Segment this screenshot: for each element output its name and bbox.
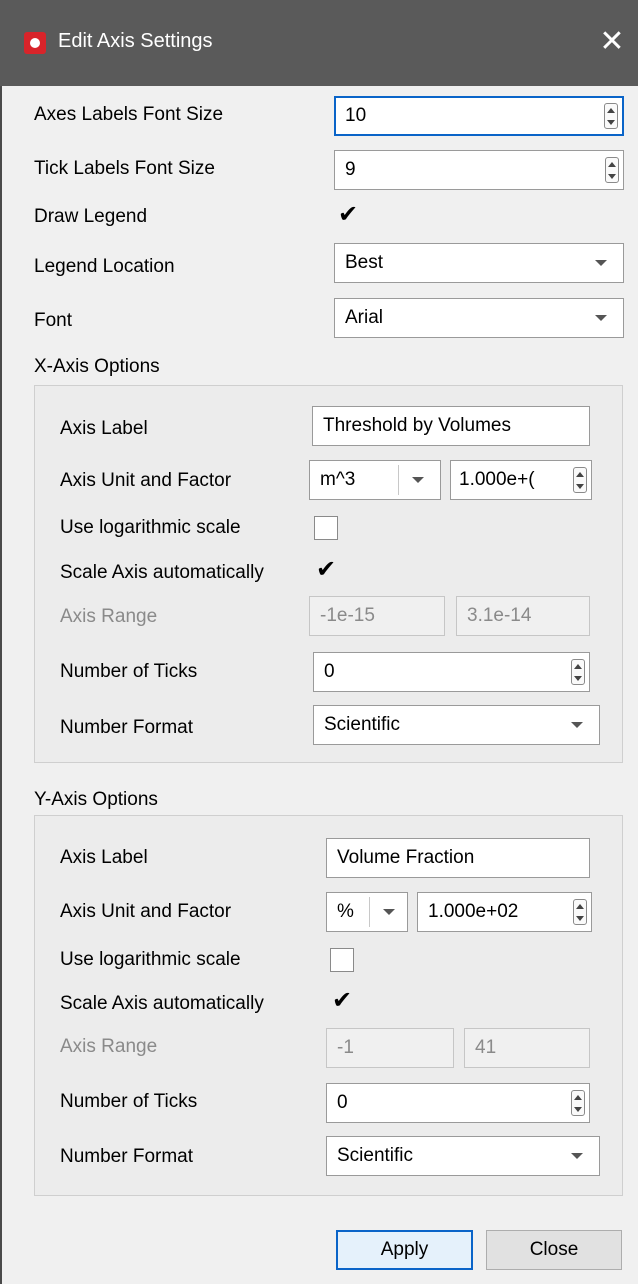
x-axis-factor-spinbox[interactable]: 1.000e+(: [450, 460, 592, 500]
legend-location-dropdown[interactable]: Best: [334, 243, 624, 283]
y-axis-unit-dropdown[interactable]: %: [326, 892, 408, 932]
legend-location-value: Best: [345, 252, 384, 273]
x-axis-range-max-input: 3.1e-14: [456, 596, 590, 636]
y-number-format-value: Scientific: [337, 1145, 414, 1166]
y-axis-range-label: Axis Range: [60, 1036, 158, 1057]
y-axis-range-max-value: 41: [475, 1037, 497, 1058]
divider: [369, 897, 370, 927]
y-axis-range-min-value: -1: [337, 1037, 354, 1058]
y-number-of-ticks-spinbox[interactable]: 0: [326, 1083, 590, 1123]
apply-button[interactable]: Apply: [336, 1230, 473, 1270]
axes-labels-font-size-value: 10: [345, 105, 367, 126]
y-axis-factor-value: 1.000e+02: [428, 901, 519, 922]
title-bar: Edit Axis Settings ✕: [0, 0, 638, 86]
close-button[interactable]: Close: [486, 1230, 622, 1270]
divider: [398, 465, 399, 495]
chevron-down-icon: [383, 909, 395, 915]
close-window-icon[interactable]: ✕: [594, 22, 630, 62]
y-axis-range-max-input: 41: [464, 1028, 590, 1068]
chevron-down-icon: [412, 477, 424, 483]
font-label: Font: [34, 310, 73, 331]
x-number-of-ticks-value: 0: [324, 661, 335, 682]
font-dropdown[interactable]: Arial: [334, 298, 624, 338]
spinner-arrows-icon[interactable]: [569, 893, 591, 931]
chevron-down-icon: [595, 315, 607, 321]
x-number-of-ticks-spinbox[interactable]: 0: [313, 652, 590, 692]
spinner-arrows-icon[interactable]: [569, 461, 591, 499]
chevron-down-icon: [595, 260, 607, 266]
draw-legend-checkbox[interactable]: ✔: [338, 203, 358, 227]
app-logo-icon: [24, 32, 46, 54]
axes-labels-font-size-label: Axes Labels Font Size: [34, 104, 224, 125]
x-axis-group-title: X-Axis Options: [34, 356, 160, 377]
y-axis-unit-value: %: [337, 901, 354, 922]
spinner-arrows-icon[interactable]: [601, 151, 623, 189]
spinner-arrows-icon[interactable]: [567, 653, 589, 691]
y-log-scale-label: Use logarithmic scale: [60, 949, 241, 970]
spinner-arrows-icon[interactable]: [600, 98, 622, 134]
y-number-format-dropdown[interactable]: Scientific: [326, 1136, 600, 1176]
x-auto-scale-checkbox[interactable]: ✔: [316, 558, 336, 582]
y-axis-range-min-input: -1: [326, 1028, 454, 1068]
chevron-down-icon: [571, 722, 583, 728]
x-axis-unit-value: m^3: [320, 469, 356, 490]
draw-legend-label: Draw Legend: [34, 206, 148, 227]
x-axis-label-input[interactable]: Threshold by Volumes: [312, 406, 590, 446]
y-auto-scale-label: Scale Axis automatically: [60, 993, 264, 1014]
x-number-format-label: Number Format: [60, 717, 194, 738]
x-axis-unit-dropdown[interactable]: m^3: [309, 460, 441, 500]
x-axis-range-label: Axis Range: [60, 606, 158, 627]
x-axis-label-value: Threshold by Volumes: [323, 415, 511, 436]
axes-labels-font-size-spinbox[interactable]: 10: [334, 96, 624, 136]
y-axis-unit-factor-label: Axis Unit and Factor: [60, 901, 232, 922]
x-number-of-ticks-label: Number of Ticks: [60, 661, 198, 682]
x-auto-scale-label: Scale Axis automatically: [60, 562, 264, 583]
x-axis-range-max-value: 3.1e-14: [467, 605, 532, 626]
window-title: Edit Axis Settings: [58, 30, 213, 52]
x-number-format-dropdown[interactable]: Scientific: [313, 705, 600, 745]
x-axis-range-min-value: -1e-15: [320, 605, 375, 626]
y-axis-label-value: Volume Fraction: [337, 847, 475, 868]
font-value: Arial: [345, 307, 384, 328]
y-log-scale-checkbox[interactable]: [330, 948, 354, 972]
tick-labels-font-size-spinbox[interactable]: 9: [334, 150, 624, 190]
y-axis-label-label: Axis Label: [60, 847, 148, 868]
tick-labels-font-size-label: Tick Labels Font Size: [34, 158, 215, 179]
x-log-scale-checkbox[interactable]: [314, 516, 338, 540]
spinner-arrows-icon[interactable]: [567, 1084, 589, 1122]
x-axis-factor-value: 1.000e+(: [459, 469, 535, 490]
y-axis-label-input[interactable]: Volume Fraction: [326, 838, 590, 878]
x-axis-unit-factor-label: Axis Unit and Factor: [60, 470, 232, 491]
y-axis-factor-spinbox[interactable]: 1.000e+02: [417, 892, 592, 932]
y-number-of-ticks-value: 0: [337, 1092, 348, 1113]
x-log-scale-label: Use logarithmic scale: [60, 517, 241, 538]
legend-location-label: Legend Location: [34, 256, 175, 277]
tick-labels-font-size-value: 9: [345, 159, 356, 180]
y-number-format-label: Number Format: [60, 1146, 194, 1167]
x-axis-label-label: Axis Label: [60, 418, 148, 439]
chevron-down-icon: [571, 1153, 583, 1159]
x-axis-range-min-input: -1e-15: [309, 596, 445, 636]
y-auto-scale-checkbox[interactable]: ✔: [332, 989, 352, 1013]
x-number-format-value: Scientific: [324, 714, 401, 735]
y-axis-group-title: Y-Axis Options: [34, 789, 158, 810]
y-number-of-ticks-label: Number of Ticks: [60, 1091, 198, 1112]
window-border: [0, 86, 2, 1284]
